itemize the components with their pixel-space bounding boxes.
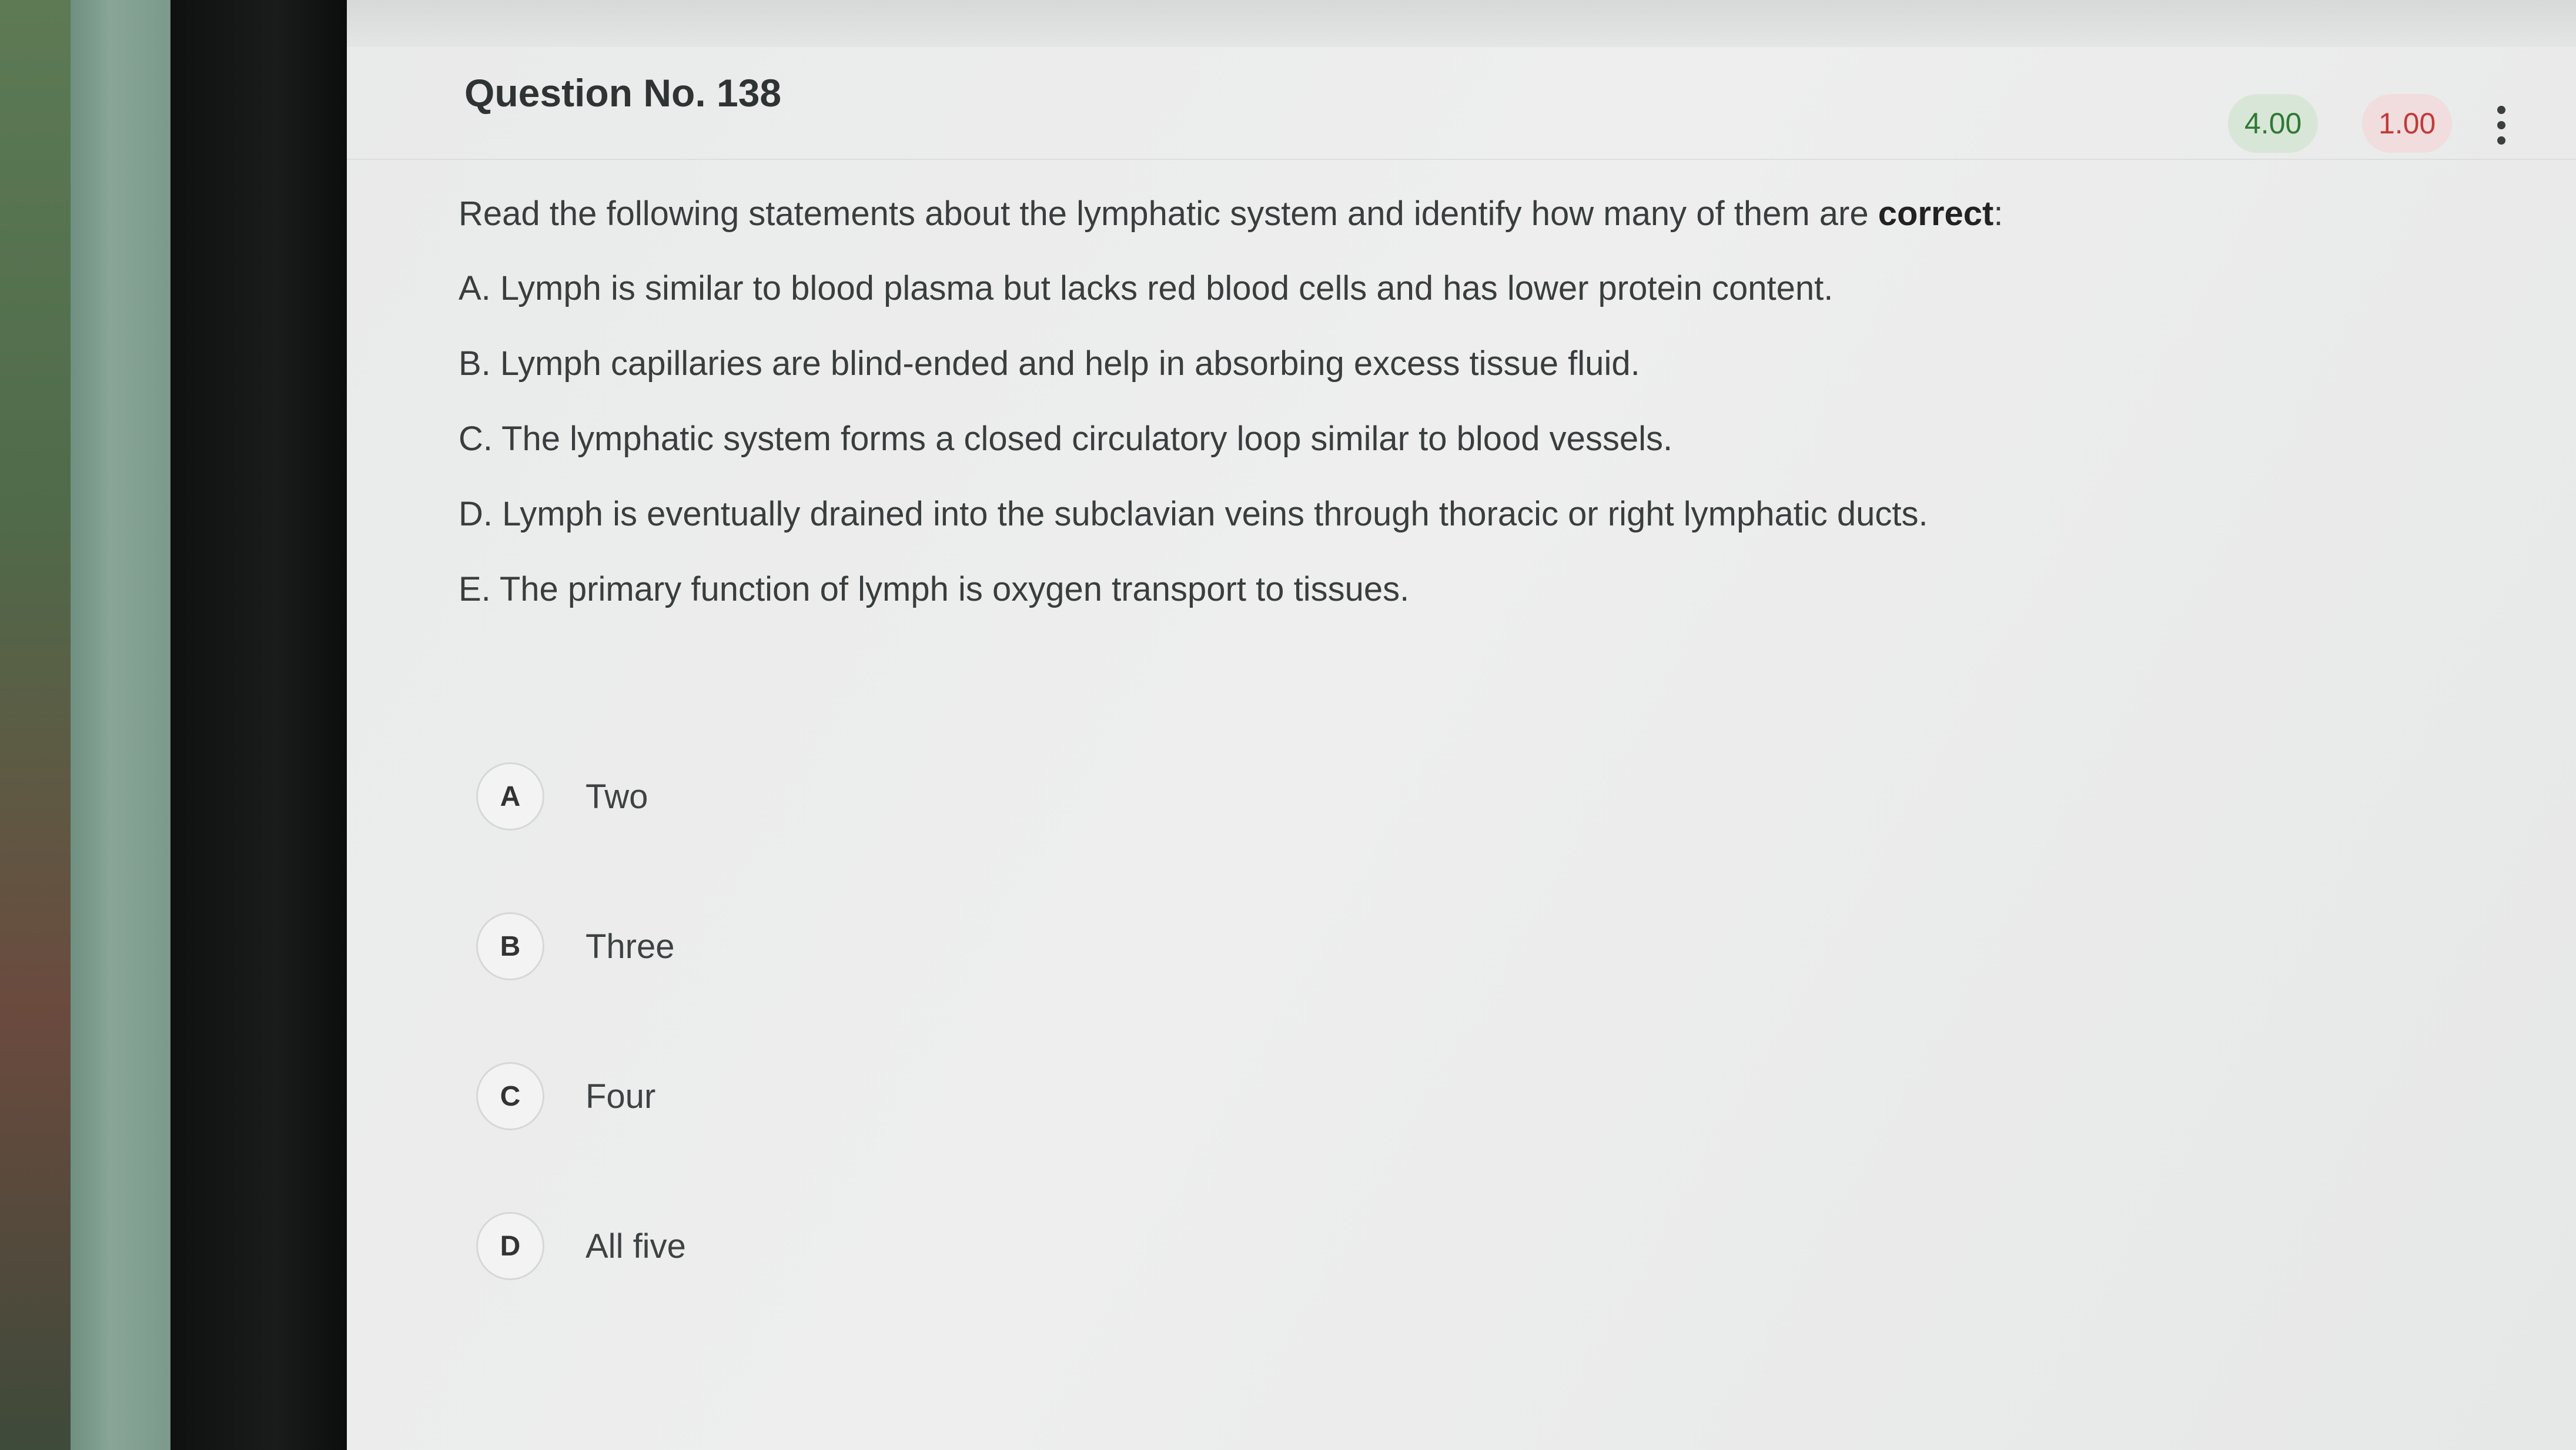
option-label[interactable]: Four bbox=[586, 1077, 655, 1116]
option-label[interactable]: All five bbox=[586, 1227, 686, 1266]
kebab-menu-icon[interactable] bbox=[2484, 99, 2519, 152]
option-letter-badge[interactable]: A bbox=[476, 762, 544, 831]
answer-options: A Two B Three C Four D All five bbox=[476, 762, 686, 1364]
question-header: Question No. 138 4.00 1.00 bbox=[347, 47, 2576, 160]
option-label[interactable]: Two bbox=[586, 777, 648, 816]
negative-marks-badge: 1.00 bbox=[2362, 94, 2453, 153]
top-strip bbox=[347, 0, 2576, 47]
menu-dot bbox=[2497, 106, 2505, 114]
question-stem: Read the following statements about the … bbox=[459, 194, 2398, 627]
statement-a: A. Lymph is similar to blood plasma but … bbox=[459, 269, 1834, 307]
monitor-bezel bbox=[71, 0, 170, 1450]
stem-emphasis: correct bbox=[1878, 195, 1994, 233]
statement-c: C. The lymphatic system forms a closed c… bbox=[459, 420, 1673, 458]
question-panel: Question No. 138 4.00 1.00 Read the foll… bbox=[347, 0, 2576, 1450]
statement-e: E. The primary function of lymph is oxyg… bbox=[459, 570, 1410, 608]
option-letter-badge[interactable]: B bbox=[476, 912, 544, 980]
statement-b: B. Lymph capillaries are blind-ended and… bbox=[459, 344, 1640, 383]
stem-text: Read the following statements about the … bbox=[459, 194, 2398, 233]
option-b[interactable]: B Three bbox=[476, 912, 686, 980]
option-d[interactable]: D All five bbox=[476, 1212, 686, 1280]
stem-suffix: : bbox=[1993, 195, 2003, 233]
statement-d: D. Lymph is eventually drained into the … bbox=[459, 495, 1928, 533]
positive-marks-badge: 4.00 bbox=[2228, 94, 2319, 153]
option-c[interactable]: C Four bbox=[476, 1062, 686, 1130]
option-label[interactable]: Three bbox=[586, 927, 675, 966]
menu-dot bbox=[2497, 136, 2505, 145]
option-a[interactable]: A Two bbox=[476, 762, 686, 831]
option-letter-badge[interactable]: C bbox=[476, 1062, 544, 1130]
option-letter-badge[interactable]: D bbox=[476, 1212, 544, 1280]
menu-dot bbox=[2497, 121, 2505, 129]
background-photo bbox=[0, 0, 71, 1450]
question-number: Question No. 138 bbox=[464, 71, 782, 115]
sidebar-dark-panel bbox=[170, 0, 347, 1450]
stem-prefix: Read the following statements about the … bbox=[459, 195, 1878, 233]
